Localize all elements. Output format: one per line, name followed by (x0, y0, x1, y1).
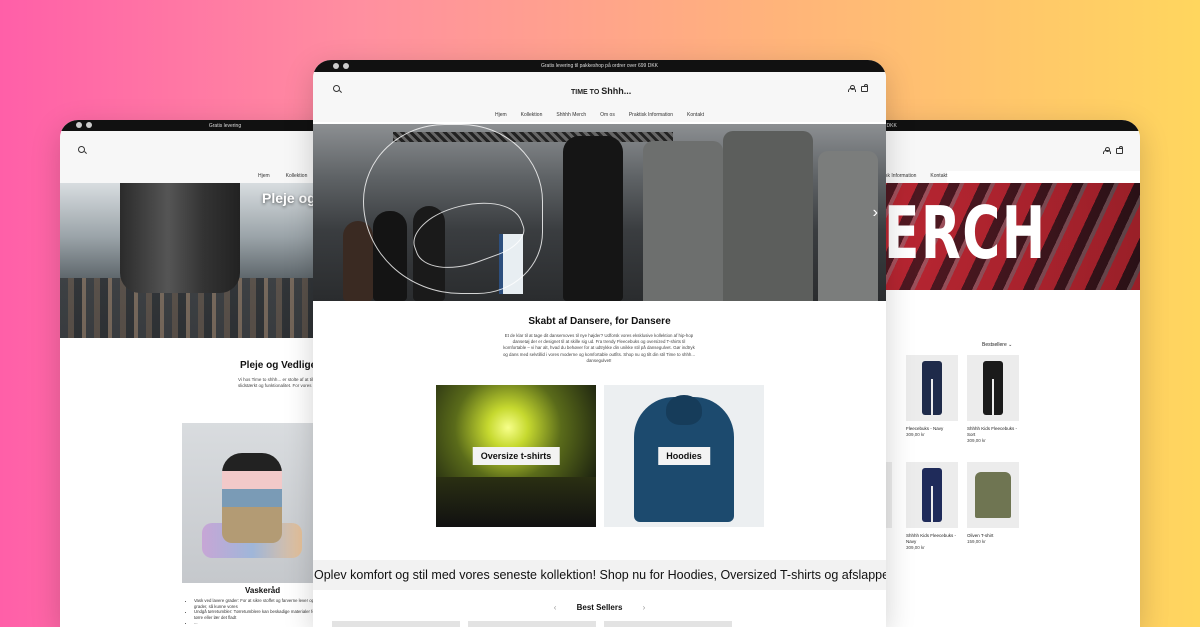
collection-label[interactable]: Oversize t-shirts (472, 447, 560, 465)
sort-label: Bestsellere (982, 342, 1007, 348)
site-logo[interactable]: TIME TO Shhh... (571, 86, 631, 96)
nav-item-collection[interactable]: Kollektion (286, 173, 308, 179)
product-card[interactable]: Shhhh Kids Fleecebuks - Navy 309,00 kr (906, 462, 958, 551)
nav-item-home[interactable]: Hjem (258, 173, 270, 179)
intro-text: Et de klar til at tage dit dansemoves ti… (502, 333, 696, 363)
search-icon[interactable] (78, 146, 85, 153)
product-image[interactable] (967, 462, 1019, 528)
best-sellers-header: ‹ Best Sellers › (313, 603, 886, 612)
dancer-figure (643, 141, 723, 301)
product-card[interactable]: Shhhh Kids Fleecebuks - Sort 309,00 kr (967, 355, 1019, 444)
model-figure (222, 453, 282, 543)
marquee-text: Oplev komfort og stil med vores seneste … (314, 568, 886, 582)
social-icons (333, 63, 349, 69)
cart-icon[interactable] (861, 84, 868, 92)
hero-title: ERCH (884, 191, 1047, 275)
instagram-icon[interactable] (86, 122, 92, 128)
nav-item-home[interactable]: Hjem (495, 112, 507, 118)
stage-crowd (436, 477, 596, 527)
product-card[interactable]: Fleecebuks - Navy 309,00 kr (906, 355, 958, 438)
scrolling-text-banner: Oplev komfort og stil med vores seneste … (313, 560, 886, 590)
product-image[interactable] (967, 355, 1019, 421)
product-thumb[interactable] (604, 621, 732, 627)
collection-card-tshirts[interactable]: Oversize t-shirts (436, 385, 596, 527)
sort-dropdown[interactable]: Bestsellere ⌄ (982, 342, 1012, 348)
product-image[interactable] (906, 355, 958, 421)
care-title: Vaskeråd (245, 586, 281, 595)
product-thumb[interactable] (332, 621, 460, 627)
product-pant-shape (922, 361, 942, 415)
dancer-legs-image (120, 183, 240, 293)
intro-title: Skabt af Dansere, for Dansere (528, 316, 671, 327)
home-page-preview: Gratis levering til pakkeshop på ordrer … (313, 60, 886, 627)
collection-label[interactable]: Hoodies (658, 447, 710, 465)
product-price: 309,00 kr (906, 545, 925, 550)
care-photo (182, 423, 332, 583)
search-icon[interactable] (333, 85, 340, 92)
chevron-left-icon[interactable]: ‹ (554, 603, 557, 612)
product-name[interactable]: Shhhh Kids Fleecebuks - Sort (967, 426, 1019, 438)
dancer-figure (818, 151, 878, 301)
nav-item-practical-info[interactable]: Praktisk Information (629, 112, 673, 118)
facebook-icon[interactable] (76, 122, 82, 128)
account-icon[interactable] (1103, 147, 1111, 154)
product-price: 309,00 kr (967, 438, 986, 443)
chevron-down-icon: ⌄ (1008, 342, 1013, 348)
nav-item-about[interactable]: Om os (600, 112, 615, 118)
dancer-figure (723, 131, 813, 301)
product-thumb[interactable] (468, 621, 596, 627)
logo-accent: Shhh... (601, 86, 632, 96)
hero-title: Pleje og (262, 190, 316, 206)
social-icons (76, 122, 92, 128)
cart-icon[interactable] (1116, 146, 1123, 154)
product-price: 309,00 kr (906, 432, 925, 437)
section-title: Pleje og Vedligeh (240, 360, 323, 371)
best-sellers-title: Best Sellers (576, 603, 623, 612)
nav-item-contact[interactable]: Kontakt (930, 173, 947, 179)
product-card[interactable]: Oliven T-shirt 159,00 kr (967, 462, 1019, 545)
product-image[interactable] (906, 462, 958, 528)
product-name[interactable]: Shhhh Kids Fleecebuks - Navy (906, 533, 958, 545)
product-price: 159,00 kr (967, 539, 986, 544)
chevron-right-icon[interactable]: › (873, 204, 878, 222)
account-icon[interactable] (848, 85, 856, 92)
announcement-text: Gratis levering (208, 122, 242, 129)
facebook-icon[interactable] (333, 63, 339, 69)
instagram-icon[interactable] (343, 63, 349, 69)
product-pant-shape (922, 468, 942, 522)
hero-slideshow: › (313, 124, 886, 301)
collection-card-hoodies[interactable]: Hoodies (604, 385, 764, 527)
nav-item-contact[interactable]: Kontakt (687, 112, 704, 118)
nav-item-collection[interactable]: Kollektion (521, 112, 543, 118)
logo-text: TIME TO (571, 89, 600, 96)
dancer-figure (563, 136, 623, 301)
announcement-text: Gratis levering til pakkeshop på ordrer … (540, 63, 658, 69)
product-pant-shape (983, 361, 1003, 415)
nav-item-merch[interactable]: Shhhh Merch (556, 112, 586, 118)
announcement-bar: Gratis levering til pakkeshop på ordrer … (313, 60, 886, 72)
product-tee-shape (975, 472, 1011, 518)
main-nav: Hjem Kollektion Shhhh Merch Om os Prakti… (313, 108, 886, 122)
chevron-right-icon[interactable]: › (643, 603, 646, 612)
